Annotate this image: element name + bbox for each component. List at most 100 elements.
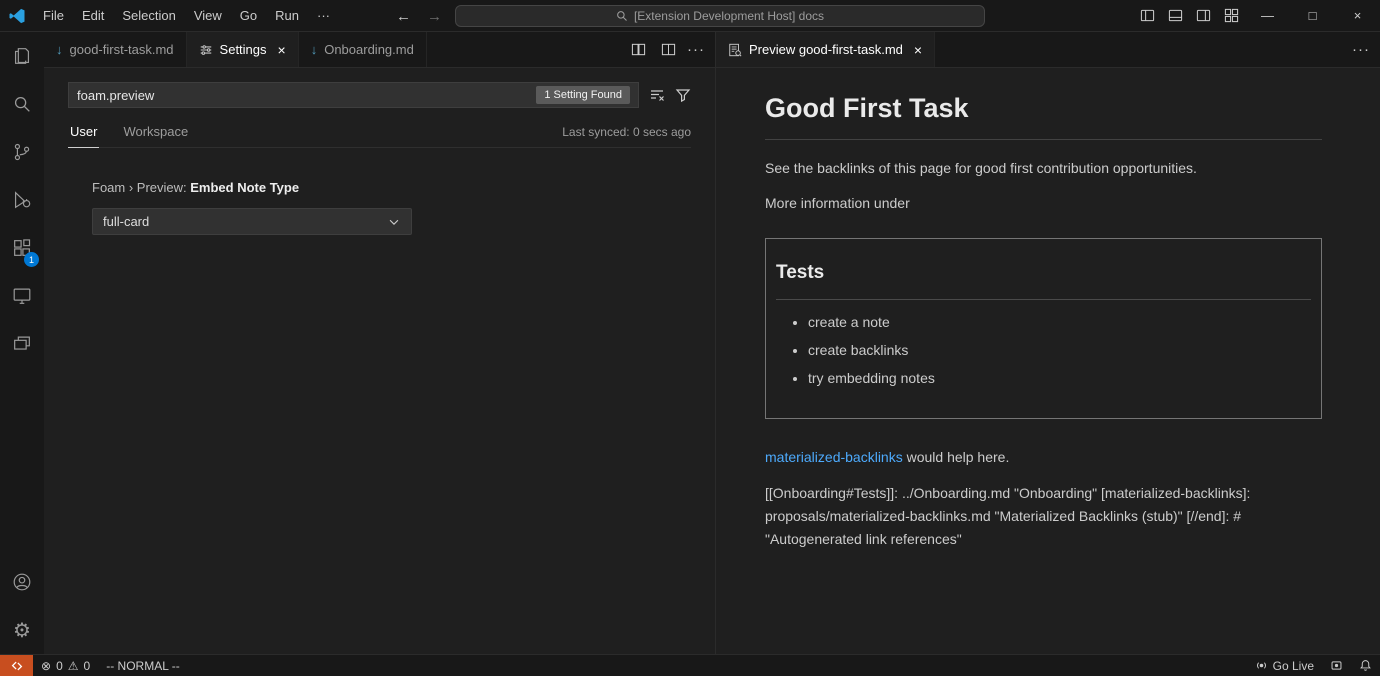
settings-editor: foam.preview 1 Setting Found: [44, 68, 715, 654]
editor-group-left: ↓ good-first-task.md Settings × ↓ Onboar…: [44, 32, 716, 654]
embedded-note-list: create a note create backlinks try embed…: [790, 312, 1311, 389]
select-value: full-card: [103, 214, 149, 229]
status-bar: ⊗ 0 ⚠ 0 -- NORMAL -- Go Live: [0, 654, 1380, 676]
titlebar-right: — □ ×: [1133, 0, 1380, 31]
filter-funnel-icon[interactable]: [675, 87, 691, 103]
tab-bar-left: ↓ good-first-task.md Settings × ↓ Onboar…: [44, 32, 715, 68]
run-debug-icon[interactable]: [0, 176, 44, 224]
accounts-icon[interactable]: [0, 558, 44, 606]
menu-bar: File Edit Selection View Go Run ···: [34, 0, 339, 31]
setting-item: Foam › Preview: Embed Note Type full-car…: [92, 180, 691, 235]
settings-scope-tabs: User Workspace Last synced: 0 secs ago: [68, 124, 691, 148]
last-synced-label: Last synced: 0 secs ago: [562, 125, 691, 147]
settings-search-value: foam.preview: [77, 88, 154, 103]
command-center-search[interactable]: [Extension Development Host] docs: [455, 5, 985, 27]
activity-bar: 1 ⚙: [0, 32, 44, 654]
tab-label: good-first-task.md: [70, 42, 174, 57]
error-count: 0: [56, 659, 63, 673]
close-tab-icon[interactable]: ×: [278, 42, 286, 58]
close-window-button[interactable]: ×: [1335, 0, 1380, 31]
split-editor-icon[interactable]: [657, 39, 679, 61]
menu-edit[interactable]: Edit: [73, 0, 113, 31]
tab-settings[interactable]: Settings ×: [187, 32, 299, 67]
toggle-sidebar-icon[interactable]: [1133, 0, 1161, 31]
tab-label: Preview good-first-task.md: [749, 42, 903, 57]
preview-title: Good First Task: [765, 88, 1322, 140]
embed-note-type-select[interactable]: full-card: [92, 208, 412, 235]
link-suffix-text: would help here.: [903, 449, 1010, 465]
manage-gear-icon[interactable]: ⚙: [0, 606, 44, 654]
settings-search-input[interactable]: foam.preview 1 Setting Found: [68, 82, 639, 108]
vim-mode-status: -- NORMAL --: [98, 655, 188, 676]
menu-go[interactable]: Go: [231, 0, 266, 31]
problems-status[interactable]: ⊗ 0 ⚠ 0: [33, 655, 98, 676]
markdown-file-icon: ↓: [311, 42, 318, 57]
menu-selection[interactable]: Selection: [113, 0, 184, 31]
settings-found-badge: 1 Setting Found: [536, 86, 630, 104]
preview-paragraph: More information under: [765, 193, 1322, 214]
minimize-button[interactable]: —: [1245, 0, 1290, 31]
remote-indicator[interactable]: [0, 655, 33, 676]
warning-count: 0: [84, 659, 91, 673]
preview-paragraph: materialized-backlinks would help here.: [765, 447, 1322, 468]
tab-label: Onboarding.md: [324, 42, 414, 57]
search-sidebar-icon[interactable]: [0, 80, 44, 128]
scope-tab-workspace[interactable]: Workspace: [121, 124, 190, 147]
setting-category: Foam › Preview:: [92, 180, 190, 195]
tab-onboarding[interactable]: ↓ Onboarding.md: [299, 32, 427, 67]
tab-bar-actions: ···: [1352, 32, 1380, 67]
go-live-label: Go Live: [1273, 659, 1314, 673]
menu-file[interactable]: File: [34, 0, 73, 31]
workbench: 1 ⚙ ↓ good-first-task.md: [0, 32, 1380, 654]
explorer-icon[interactable]: [0, 32, 44, 80]
tab-preview-good-first-task[interactable]: Preview good-first-task.md ×: [716, 32, 935, 67]
customize-layout-icon[interactable]: [1217, 0, 1245, 31]
tab-bar-right: Preview good-first-task.md × ···: [716, 32, 1380, 68]
list-item: create backlinks: [808, 340, 1311, 361]
menu-more-icon[interactable]: ···: [308, 0, 339, 31]
back-arrow-icon[interactable]: ←: [396, 8, 411, 25]
materialized-backlinks-link[interactable]: materialized-backlinks: [765, 449, 903, 465]
command-center-text: [Extension Development Host] docs: [634, 9, 824, 23]
error-icon: ⊗: [41, 659, 51, 673]
toggle-panel-icon[interactable]: [1161, 0, 1189, 31]
forward-arrow-icon[interactable]: →: [427, 8, 442, 25]
source-control-icon[interactable]: [0, 128, 44, 176]
setting-title: Foam › Preview: Embed Note Type: [92, 180, 691, 195]
more-actions-icon[interactable]: ···: [687, 41, 705, 58]
tab-good-first-task[interactable]: ↓ good-first-task.md: [44, 32, 187, 67]
markdown-file-icon: ↓: [56, 42, 63, 57]
embedded-note-title: Tests: [776, 243, 1311, 301]
maximize-button[interactable]: □: [1290, 0, 1335, 31]
title-bar: File Edit Selection View Go Run ··· ← → …: [0, 0, 1380, 32]
preview-paragraph: See the backlinks of this page for good …: [765, 158, 1322, 179]
scope-tab-user[interactable]: User: [68, 124, 99, 148]
editor-group-right: Preview good-first-task.md × ··· Good Fi…: [716, 32, 1380, 654]
markdown-preview: Good First Task See the backlinks of thi…: [716, 68, 1380, 565]
close-tab-icon[interactable]: ×: [914, 42, 922, 58]
menu-run[interactable]: Run: [266, 0, 308, 31]
status-bar-right: Go Live: [1247, 655, 1380, 676]
notifications-bell-icon[interactable]: [1351, 655, 1380, 676]
broadcast-icon: [1255, 659, 1268, 672]
link-references-text: [[Onboarding#Tests]]: ../Onboarding.md "…: [765, 482, 1322, 551]
tab-bar-actions: ···: [627, 32, 715, 67]
more-actions-icon[interactable]: ···: [1352, 41, 1370, 58]
history-nav: ← →: [396, 0, 442, 32]
extensions-badge: 1: [24, 252, 39, 267]
extensions-icon[interactable]: 1: [0, 224, 44, 272]
open-changes-icon[interactable]: [627, 39, 649, 61]
menu-view[interactable]: View: [185, 0, 231, 31]
windows-panels-icon[interactable]: [0, 320, 44, 368]
settings-sliders-icon: [199, 43, 213, 57]
remote-icon: [10, 659, 24, 673]
toggle-secondary-sidebar-icon[interactable]: [1189, 0, 1217, 31]
extension-status-icon[interactable]: [1322, 655, 1351, 676]
remote-explorer-icon[interactable]: [0, 272, 44, 320]
list-item: create a note: [808, 312, 1311, 333]
go-live-button[interactable]: Go Live: [1247, 655, 1322, 676]
markdown-preview-icon: [728, 43, 742, 57]
chevron-down-icon: [387, 215, 401, 229]
clear-filters-icon[interactable]: [649, 87, 665, 103]
setting-name: Embed Note Type: [190, 180, 299, 195]
